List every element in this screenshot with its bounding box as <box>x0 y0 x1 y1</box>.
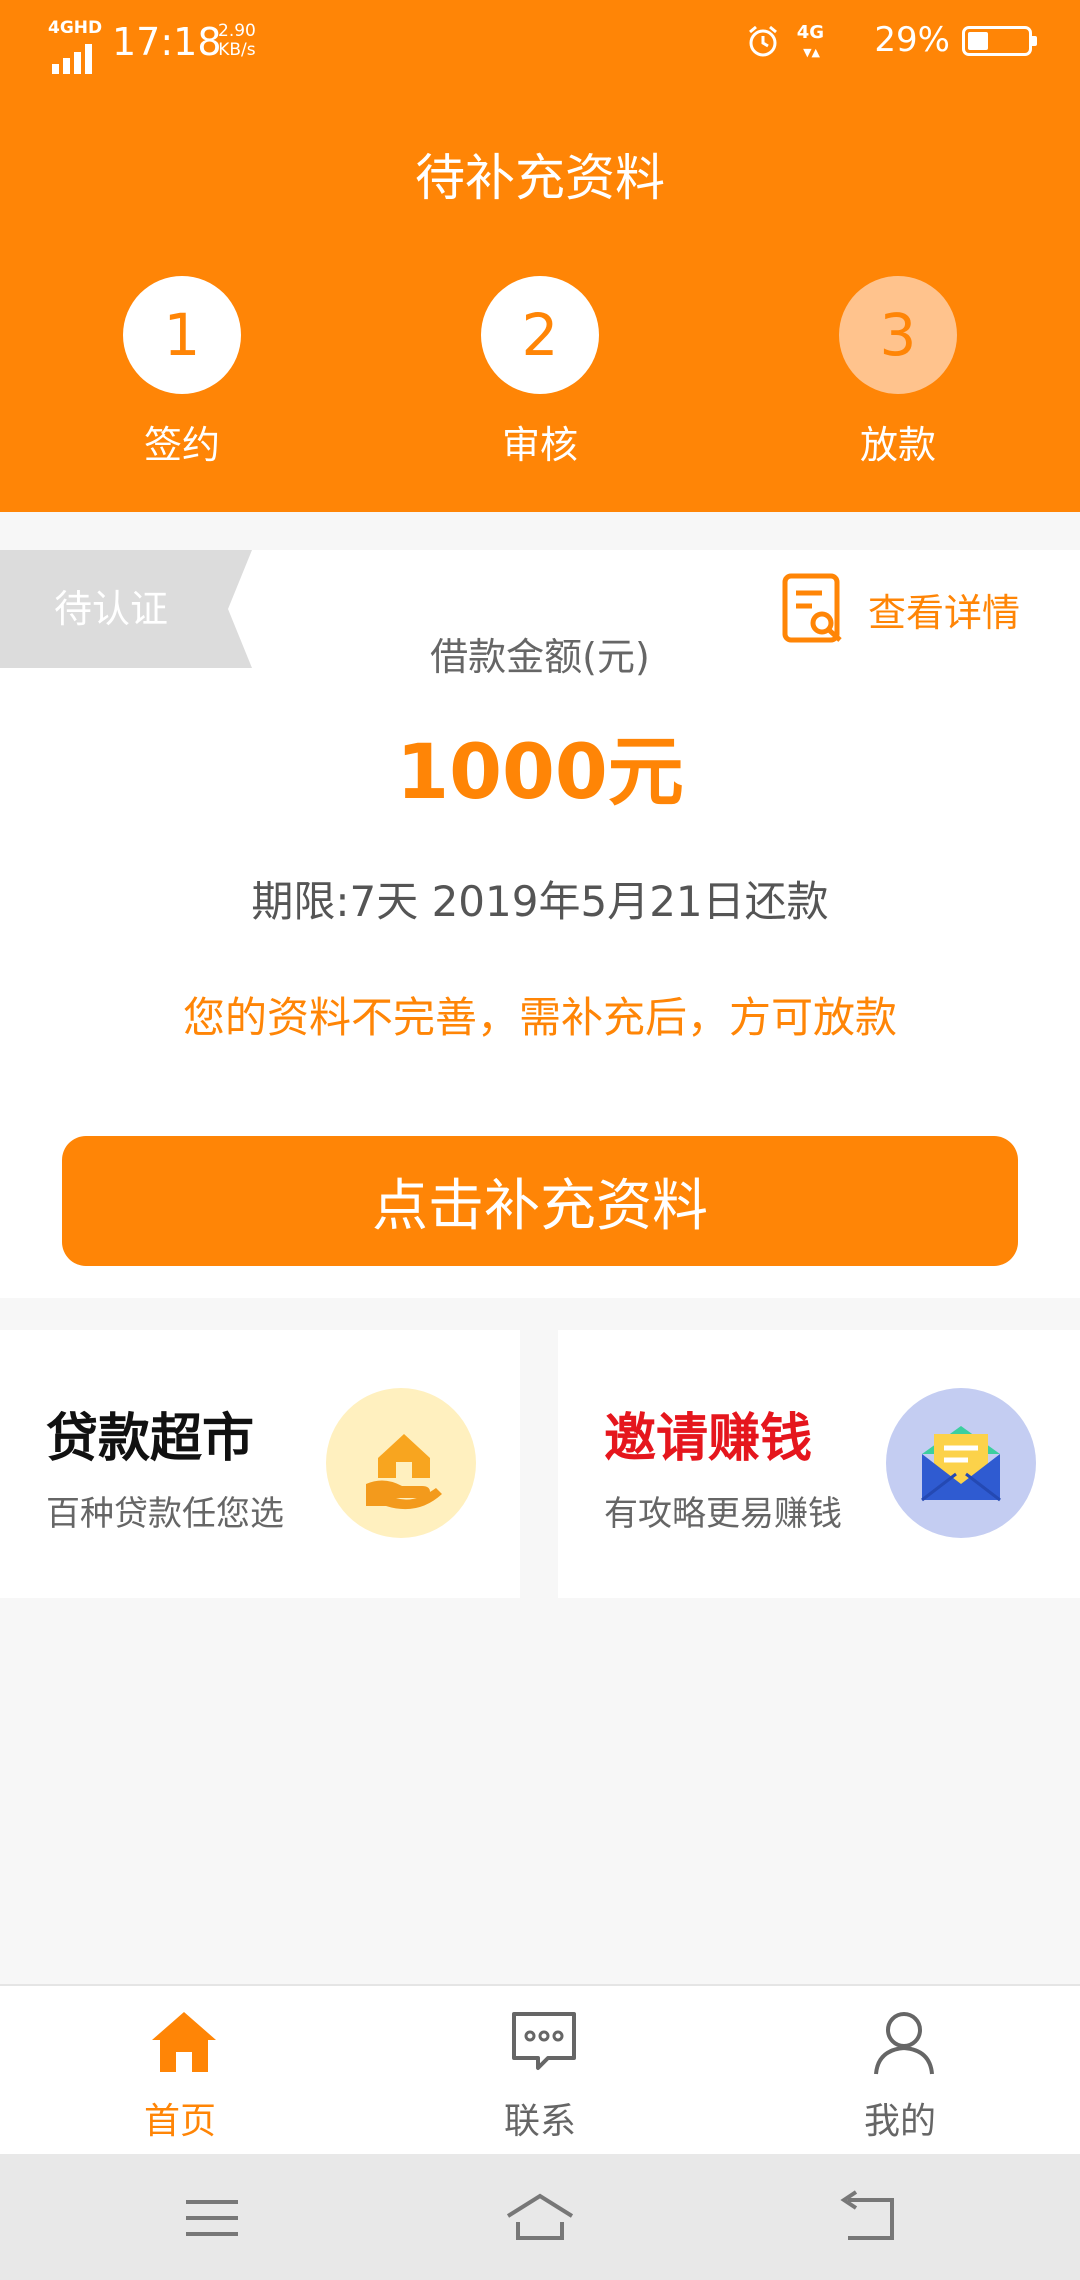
home-nav-icon[interactable] <box>504 2182 576 2254</box>
net-speed-unit: KB/s <box>218 40 256 60</box>
net-speed-value: 2.90 <box>218 21 256 41</box>
header: 4GHD 17:18 2.90 KB/s 4G ▼▲ 29% 待补充资料 1 签… <box>0 0 1080 512</box>
nav-label: 联系 <box>503 2101 576 2142</box>
step-disburse: 3 放款 <box>839 276 957 467</box>
loan-market-tile[interactable]: 贷款超市 百种贷款任您选 <box>0 1330 520 1598</box>
step-number: 2 <box>481 276 599 394</box>
chat-icon <box>512 2012 576 2070</box>
signal-label: 4GHD <box>48 18 103 38</box>
status-right: 4G ▼▲ 29% <box>712 18 1037 68</box>
step-review: 2 审核 <box>481 276 599 467</box>
supplement-info-button[interactable]: 点击补充资料 <box>62 1136 1018 1266</box>
step-number: 3 <box>839 276 957 394</box>
step-label: 放款 <box>859 423 936 467</box>
incomplete-notice: 您的资料不完善，需补充后，方可放款 <box>182 993 897 1042</box>
net-speed: 2.90 KB/s <box>218 22 256 60</box>
menu-icon[interactable] <box>176 2182 248 2254</box>
user-icon <box>874 2012 934 2075</box>
house-hand-icon <box>326 1388 476 1538</box>
loan-card: 待认证 查看详情 借款金额(元) 1000元 期限:7天 2019年5月21日还… <box>0 550 1080 1298</box>
loan-term: 期限:7天 2019年5月21日还款 <box>251 877 829 926</box>
battery-percent: 29% <box>874 20 950 60</box>
network-label: 4G <box>796 22 824 43</box>
tile-subtitle: 百种贷款任您选 <box>46 1494 284 1534</box>
back-icon[interactable] <box>832 2182 904 2254</box>
tile-title: 邀请赚钱 <box>604 1409 813 1469</box>
invite-earn-tile[interactable]: 邀请赚钱 有攻略更易赚钱 <box>558 1330 1080 1598</box>
loan-amount-label: 借款金额(元) <box>430 635 650 679</box>
network-activity-icon: ▼▲ <box>803 46 820 59</box>
envelope-icon <box>886 1388 1036 1538</box>
page-title: 待补充资料 <box>415 149 665 207</box>
loan-amount: 1000元 <box>396 727 684 816</box>
system-nav-bar <box>0 2154 1080 2280</box>
battery-icon <box>962 26 1037 56</box>
bottom-nav: 首页 联系 我的 <box>0 1984 1080 2156</box>
status-tag-label: 待认证 <box>54 587 169 631</box>
alarm-icon <box>749 25 777 57</box>
tile-subtitle: 有攻略更易赚钱 <box>604 1494 842 1534</box>
nav-label: 我的 <box>863 2101 936 2142</box>
nav-home[interactable]: 首页 <box>0 1986 360 2156</box>
step-label: 审核 <box>501 423 578 467</box>
status-time: 17:18 <box>112 20 222 64</box>
nav-label: 首页 <box>143 2101 216 2142</box>
home-icon <box>152 2012 216 2072</box>
step-number: 1 <box>123 276 241 394</box>
status-bar: 4GHD 17:18 2.90 KB/s 4G ▼▲ 29% <box>0 0 1080 86</box>
signal-icon <box>52 36 102 74</box>
nav-mine[interactable]: 我的 <box>720 1986 1080 2156</box>
step-label: 签约 <box>143 423 220 467</box>
nav-contact[interactable]: 联系 <box>360 1986 720 2156</box>
tile-title: 贷款超市 <box>46 1409 255 1469</box>
step-sign: 1 签约 <box>123 276 241 467</box>
